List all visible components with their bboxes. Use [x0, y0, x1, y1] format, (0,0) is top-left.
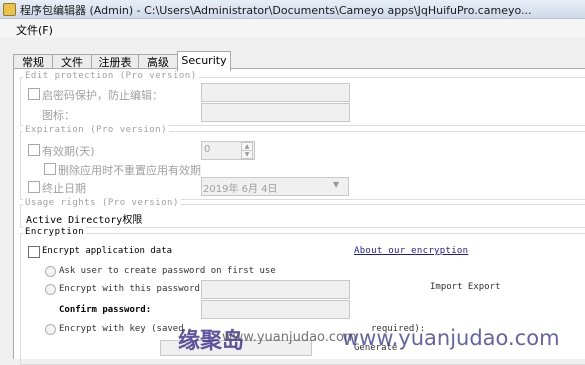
watermark-url-small: www.yuanjudao.com — [222, 330, 357, 345]
window-title: 程序包编辑器 (Admin) - C:\Users\Administrator\… — [20, 4, 532, 17]
title-bar: 程序包编辑器 (Admin) - C:\Users\Administrator\… — [0, 0, 585, 19]
menu-bar: 文件(F) — [0, 19, 585, 37]
tab-security[interactable]: Security — [177, 51, 231, 71]
this-password-label: Encrypt with this password: — [59, 284, 206, 294]
encrypt-app-data-label: Encrypt application data — [42, 246, 173, 256]
app-icon — [3, 3, 16, 16]
confirm-password-input[interactable] — [201, 300, 350, 319]
encrypt-app-data-checkbox[interactable] — [28, 246, 40, 258]
confirm-password-label: Confirm password: — [59, 305, 152, 315]
expiration-legend: Expiration (Pro version) — [23, 125, 170, 135]
watermark-url: www.yuanjudao.com — [342, 326, 560, 350]
encryption-password-input[interactable] — [201, 280, 350, 299]
validity-label: 有效期(天) — [42, 145, 95, 158]
encrypt-with-key-label: Encrypt with key (saved — [59, 324, 184, 334]
active-directory-label[interactable]: Active Directory权限 — [26, 211, 142, 226]
password-protect-checkbox[interactable] — [28, 88, 40, 100]
encryption-legend: Encryption — [23, 227, 87, 237]
end-date-value: 2019年 6月 4日 — [203, 184, 278, 195]
usage-rights-legend: Usage rights (Pro version) — [23, 198, 181, 208]
import-export-label[interactable]: Import Export — [430, 282, 500, 292]
validity-days-value: 0 — [204, 144, 211, 155]
edit-protection-legend: Edit protection (Pro version) — [23, 71, 199, 81]
ask-user-radio[interactable] — [45, 266, 56, 277]
end-date-label: 终止日期 — [42, 182, 86, 195]
password-protect-label: 启密码保护，防止编辑： — [42, 89, 163, 102]
chevron-down-icon[interactable]: ▼ — [333, 180, 339, 189]
ask-user-label: Ask user to create password on first use — [59, 266, 276, 276]
icon-label: 图标： — [42, 109, 75, 122]
icon-input[interactable] — [201, 103, 350, 122]
password-input[interactable] — [201, 83, 350, 102]
this-password-radio[interactable] — [45, 284, 56, 295]
validity-checkbox[interactable] — [28, 144, 40, 156]
spin-down-button[interactable]: ▼ — [241, 150, 253, 159]
about-encryption-link[interactable]: About our encryption — [354, 246, 468, 256]
no-reset-checkbox[interactable] — [44, 163, 56, 175]
end-date-checkbox[interactable] — [28, 181, 40, 193]
menu-file[interactable]: 文件(F) — [16, 22, 53, 38]
encrypt-with-key-radio[interactable] — [45, 324, 56, 335]
no-reset-label: 删除应用时不重置应用有效期 — [58, 164, 201, 177]
